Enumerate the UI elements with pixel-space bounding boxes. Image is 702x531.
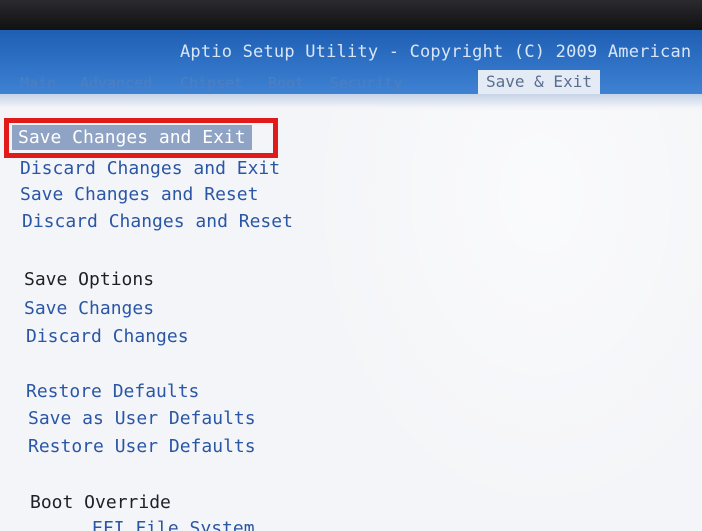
restore-defaults-item[interactable]: Restore Defaults (26, 381, 199, 402)
tab-advanced[interactable]: Advanced (80, 74, 152, 92)
setup-header: Aptio Setup Utility - Copyright (C) 2009… (0, 30, 702, 94)
discard-changes-item[interactable]: Discard Changes (26, 326, 189, 347)
red-highlight-box (4, 118, 278, 158)
save-as-user-defaults-item[interactable]: Save as User Defaults (28, 408, 256, 429)
save-changes-item[interactable]: Save Changes (24, 298, 154, 319)
bios-screen: Aptio Setup Utility - Copyright (C) 2009… (0, 0, 702, 531)
header-shadow (0, 94, 702, 108)
menu-bar: Main Advanced Chipset Boot Security Save… (0, 70, 702, 94)
tab-save-exit[interactable]: Save & Exit (478, 70, 600, 94)
save-changes-and-reset-item[interactable]: Save Changes and Reset (20, 184, 258, 205)
discard-changes-and-exit-item[interactable]: Discard Changes and Exit (20, 158, 280, 179)
efi-file-system-item[interactable]: EFI File System (92, 518, 255, 531)
tab-security[interactable]: Security (330, 74, 402, 92)
discard-changes-and-reset-item[interactable]: Discard Changes and Reset (22, 211, 293, 232)
tab-chipset[interactable]: Chipset (180, 74, 243, 92)
save-options-heading: Save Options (24, 269, 155, 290)
screen-glare (300, 110, 702, 531)
tab-main[interactable]: Main (20, 74, 56, 92)
tab-boot[interactable]: Boot (268, 74, 304, 92)
setup-title: Aptio Setup Utility - Copyright (C) 2009… (180, 42, 692, 62)
boot-override-heading: Boot Override (30, 492, 171, 513)
monitor-bezel (0, 0, 702, 30)
restore-user-defaults-item[interactable]: Restore User Defaults (28, 436, 256, 457)
